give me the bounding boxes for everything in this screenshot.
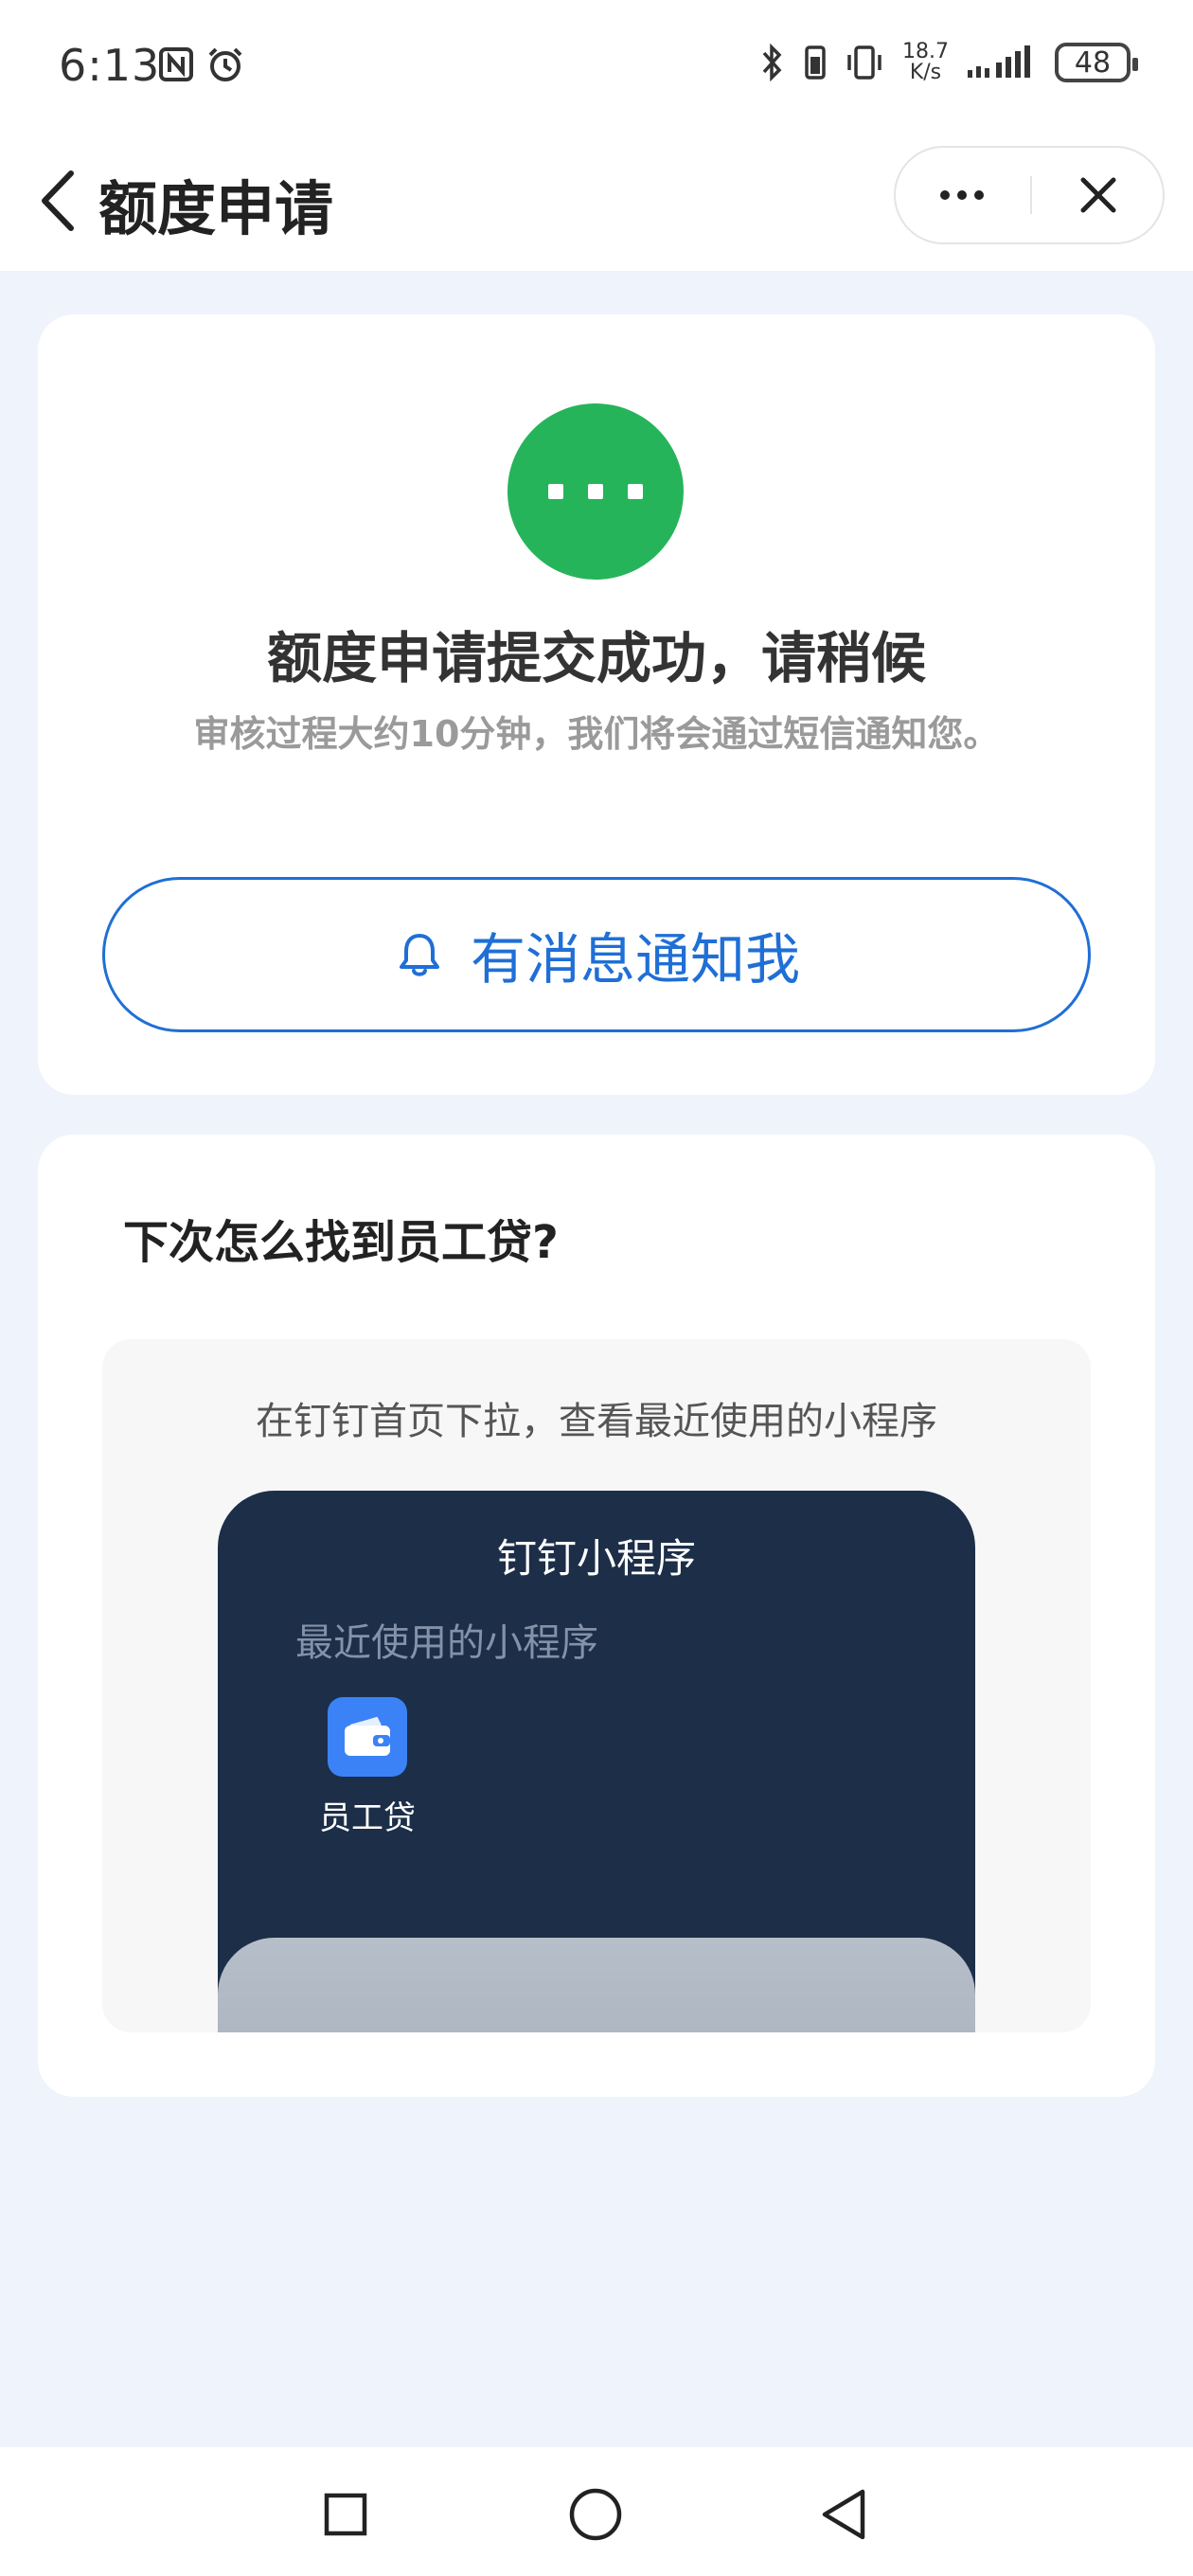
mock-recent-label: 最近使用的小程序 — [295, 1621, 598, 1665]
wallet-icon — [328, 1697, 407, 1777]
recent-apps-icon — [324, 2493, 367, 2536]
status-bar: 6:13 18.7 K/s 48 — [0, 0, 1193, 133]
status-icons-right: 18.7 K/s 48 — [758, 42, 1138, 83]
pending-dot — [588, 484, 603, 499]
bluetooth-icon — [762, 43, 782, 82]
result-subtitle: 审核过程大约10分钟，我们将会通过短信通知您。 — [193, 713, 1000, 755]
notify-me-label: 有消息通知我 — [470, 927, 800, 992]
alarm-icon — [208, 47, 242, 81]
recent-apps-button[interactable] — [303, 2472, 388, 2557]
system-back-button[interactable] — [801, 2472, 886, 2557]
nav-bar: 额度申请 — [0, 133, 1193, 271]
bell-icon — [399, 934, 439, 976]
system-nav-bar — [0, 2447, 1193, 2576]
guide-instruction: 在钉钉首页下拉，查看最近使用的小程序 — [256, 1400, 937, 1443]
notify-me-button[interactable]: 有消息通知我 — [102, 877, 1091, 1032]
mock-app-label: 员工贷 — [319, 1799, 416, 1837]
mock-title: 钉钉小程序 — [496, 1535, 696, 1582]
pending-status-icon — [507, 403, 684, 580]
battery-saver-icon — [805, 45, 826, 80]
home-button[interactable] — [553, 2472, 638, 2557]
mock-bottom-sheet — [218, 1938, 975, 2032]
close-button[interactable] — [1032, 148, 1165, 242]
vibrate-icon — [847, 45, 881, 80]
miniprogram-capsule — [894, 146, 1165, 244]
status-icons-left — [157, 45, 246, 83]
battery-indicator: 48 — [1055, 43, 1138, 82]
result-title: 额度申请提交成功，请稍候 — [266, 626, 926, 690]
phone-mockup: 钉钉小程序 最近使用的小程序 员工贷 — [218, 1491, 975, 2032]
more-icon — [940, 190, 984, 200]
pending-dot — [628, 484, 643, 499]
guide-title: 下次怎么找到员工贷? — [123, 1216, 559, 1269]
back-arrow-icon — [42, 170, 74, 231]
signal-icon — [968, 45, 1030, 78]
net-speed: 18.7 K/s — [902, 42, 949, 83]
result-card: 额度申请提交成功，请稍候 审核过程大约10分钟，我们将会通过短信通知您。 有消息… — [38, 314, 1155, 1095]
back-button[interactable] — [25, 153, 91, 248]
nfc-icon — [159, 47, 193, 81]
status-time: 6:13 — [59, 40, 161, 91]
net-speed-value: 18.7 — [902, 40, 949, 63]
close-icon — [1080, 177, 1116, 213]
guide-card: 下次怎么找到员工贷? 在钉钉首页下拉，查看最近使用的小程序 钉钉小程序 最近使用… — [38, 1135, 1155, 2097]
back-icon — [822, 2489, 865, 2540]
guide-illustration-box: 在钉钉首页下拉，查看最近使用的小程序 钉钉小程序 最近使用的小程序 员工贷 — [102, 1339, 1091, 2032]
page-title: 额度申请 — [98, 174, 334, 243]
more-button[interactable] — [896, 148, 1028, 242]
pending-dot — [548, 484, 563, 499]
home-icon — [569, 2488, 622, 2541]
net-speed-unit: K/s — [909, 61, 942, 84]
